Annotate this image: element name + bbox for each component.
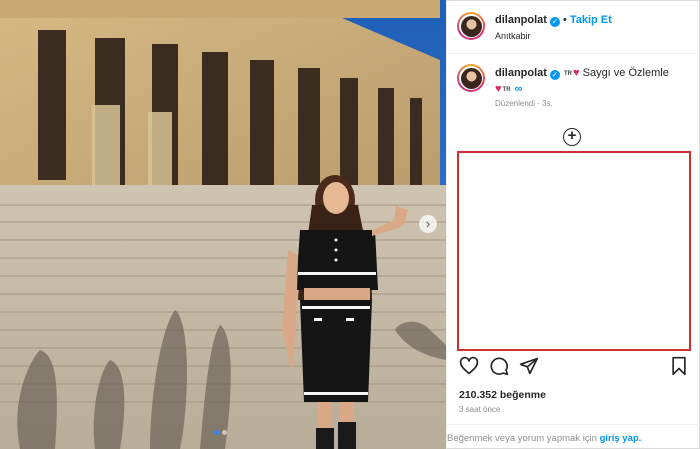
caption-username-link[interactable]: dilanpolat <box>495 67 547 79</box>
post-side-panel: dilanpolat ✓ • Takip Et Anıtkabir dilanpola… <box>446 0 700 449</box>
login-prompt-line: Beğenmek veya yorum yapmak için giriş ya… <box>447 433 641 444</box>
chevron-right-icon: › <box>425 216 431 231</box>
login-link[interactable]: giriş yap. <box>600 433 642 444</box>
like-count[interactable]: 210.352 beğenme <box>459 389 546 401</box>
caption-text: Saygı ve Özlemle <box>582 67 669 79</box>
post-photo[interactable]: › <box>0 0 446 449</box>
login-prompt: Beğenmek veya yorum yapmak için giriş ya… <box>447 424 700 449</box>
post-image <box>0 0 446 449</box>
flag-tr-icon: TR <box>502 87 511 93</box>
verified-badge-icon: ✓ <box>549 70 560 80</box>
login-prompt-text: Beğenmek veya yorum yapmak için <box>447 433 597 444</box>
send-icon[interactable] <box>519 356 539 376</box>
header-line: dilanpolat ✓ • Takip Et <box>495 14 612 27</box>
highlighted-empty-area <box>457 151 691 351</box>
carousel-dot <box>214 430 219 435</box>
carousel-dots <box>214 430 227 435</box>
comment-icon[interactable] <box>489 356 509 376</box>
heart-icon[interactable] <box>459 356 479 376</box>
caption-avatar[interactable] <box>457 64 485 92</box>
red-heart-emoji-icon: ♥ <box>573 67 580 79</box>
location-link[interactable]: Anıtkabir <box>495 31 531 41</box>
carousel-next-button[interactable]: › <box>419 215 437 233</box>
post-header: dilanpolat ✓ • Takip Et Anıtkabir <box>447 0 700 54</box>
username-link[interactable]: dilanpolat <box>495 14 547 26</box>
caption: dilanpolat ✓ TR♥ Saygı ve Özlemle ♥TR ∞ <box>495 66 695 98</box>
flag-tr-icon: TR <box>564 71 573 77</box>
bookmark-icon[interactable] <box>669 356 689 376</box>
add-circle-icon[interactable]: + <box>563 128 581 146</box>
verified-badge-icon: ✓ <box>549 17 560 27</box>
red-heart-emoji-icon: ♥ <box>495 83 502 95</box>
follow-button[interactable]: Takip Et <box>570 14 612 26</box>
post-time[interactable]: 3 saat önce <box>459 405 500 414</box>
carousel-dot <box>222 430 227 435</box>
action-bar <box>447 356 700 378</box>
avatar[interactable] <box>457 12 485 40</box>
separator: • <box>562 14 567 26</box>
infinity-emoji-icon: ∞ <box>514 83 523 95</box>
edited-timestamp: Düzenlendi · 3s. <box>495 99 553 108</box>
